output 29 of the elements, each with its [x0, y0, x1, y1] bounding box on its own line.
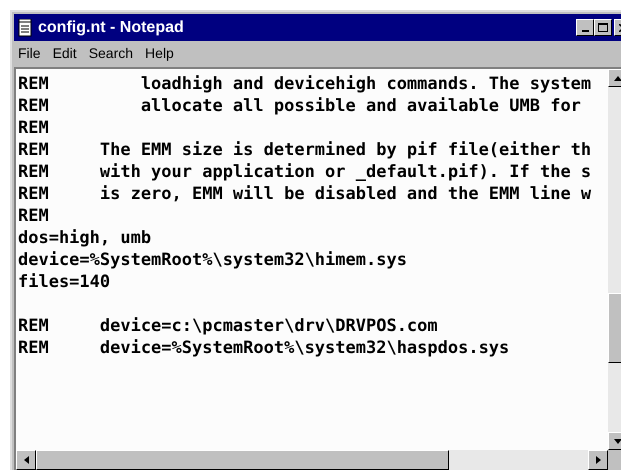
- menu-item[interactable]: Search: [88, 42, 134, 64]
- horizontal-scrollbar[interactable]: [16, 450, 608, 470]
- scroll-right-button[interactable]: [588, 450, 608, 470]
- text-area[interactable]: [16, 69, 608, 450]
- text-line: REM device=%SystemRoot%\system32\haspdos.sys: [18, 337, 510, 359]
- text-line: REM is zero, EMM will be disabled and the EMM line w: [18, 183, 592, 205]
- maximize-button[interactable]: [594, 19, 612, 36]
- window-title: config.nt - Notepad: [38, 18, 184, 38]
- menu-item[interactable]: File: [18, 42, 41, 64]
- menu-item[interactable]: Edit: [52, 42, 77, 64]
- notepad-icon: [18, 18, 32, 36]
- scroll-thumb[interactable]: [36, 450, 449, 470]
- text-line: REM loadhigh and devicehigh commands. The system: [18, 73, 592, 95]
- down-arrow-icon: [614, 438, 621, 444]
- text-line: REM: [18, 117, 50, 139]
- text-line: REM device=c:\pcmaster\drv\DRVPOS.com: [18, 315, 439, 337]
- right-arrow-icon: [596, 456, 600, 464]
- text-line: REM with your application or _default.pif). If the s: [18, 161, 592, 183]
- text-line: REM allocate all possible and available UMB for: [18, 95, 582, 117]
- text-line: files=140: [18, 271, 112, 293]
- menu-item[interactable]: Help: [145, 42, 174, 64]
- minimize-button[interactable]: [576, 19, 594, 36]
- left-arrow-icon: [24, 456, 28, 464]
- text-line: REM The EMM size is determined by pif file(either th: [18, 139, 592, 161]
- scroll-left-button[interactable]: [16, 450, 36, 470]
- up-arrow-icon: [614, 76, 621, 80]
- text-line: dos=high, umb: [18, 227, 152, 249]
- text-line: device=%SystemRoot%\system32\himem.sys: [18, 249, 408, 271]
- text-line: REM: [18, 205, 50, 227]
